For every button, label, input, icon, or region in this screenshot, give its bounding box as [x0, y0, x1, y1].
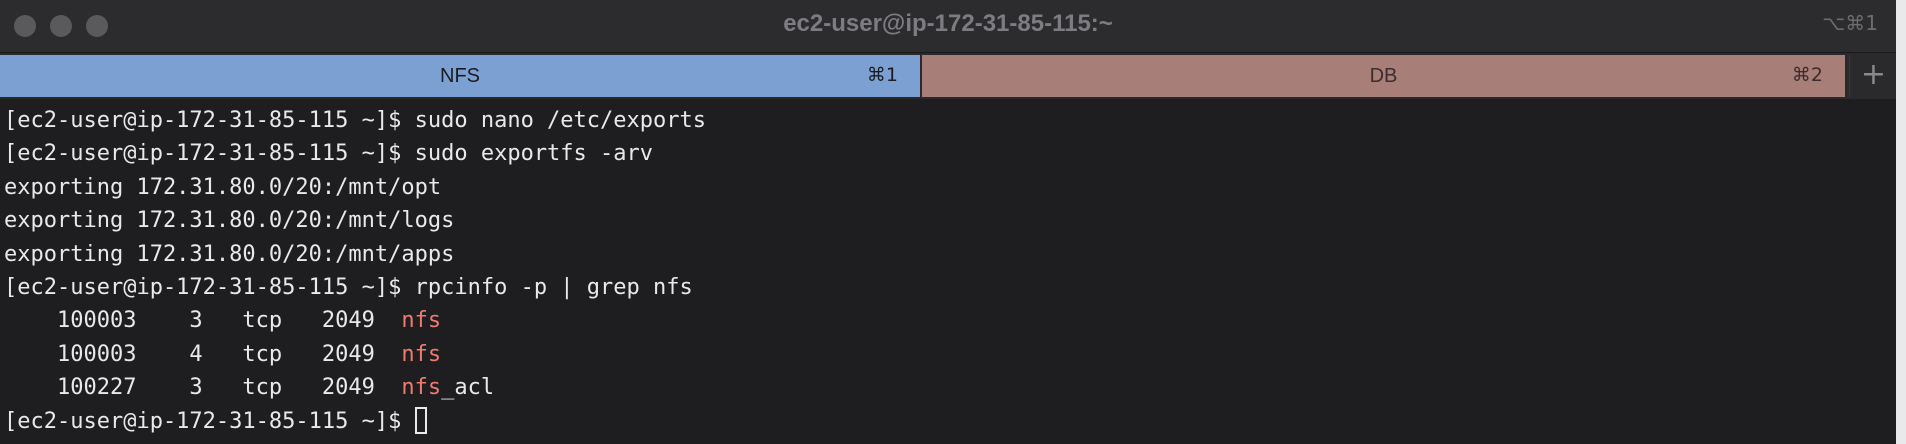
tab-db-label: DB	[1369, 65, 1398, 87]
command-text: sudo nano /etc/exports	[414, 108, 707, 133]
shell-prompt: [ec2-user@ip-172-31-85-115 ~]$	[4, 274, 415, 300]
terminal-line: exporting 172.31.80.0/20:/mnt/opt	[4, 171, 1884, 204]
output-text: exporting 172.31.80.0/20:/mnt/apps	[4, 241, 455, 267]
terminal-line: exporting 172.31.80.0/20:/mnt/apps	[4, 238, 1884, 271]
output-text: 100227 3 tcp 2049	[4, 375, 402, 401]
output-text: _acl	[441, 375, 495, 401]
terminal-output[interactable]: [ec2-user@ip-172-31-85-115 ~]$ sudo nano…	[4, 104, 1884, 440]
text-cursor	[414, 406, 427, 434]
output-text: 100003 4 tcp 2049	[4, 341, 402, 367]
tab-nfs-label: NFS	[440, 65, 480, 87]
window-shortcut: ⌥⌘1	[1822, 11, 1878, 35]
command-text: rpcinfo -p | grep nfs	[414, 274, 693, 300]
grep-match: nfs	[401, 375, 442, 401]
command-text: sudo exportfs -arv	[414, 141, 654, 167]
terminal-line: [ec2-user@ip-172-31-85-115 ~]$ sudo expo…	[4, 137, 1884, 170]
terminal-window: ec2-user@ip-172-31-85-115:~ ⌥⌘1 NFS ⌘1 D…	[0, 0, 1896, 444]
tab-bar: NFS ⌘1 DB ⌘2 +	[0, 53, 1896, 99]
terminal-line: 100227 3 tcp 2049 nfs_acl	[4, 371, 1884, 404]
tab-db[interactable]: DB ⌘2	[922, 55, 1845, 97]
terminal-line: 100003 3 tcp 2049 nfs	[4, 304, 1884, 337]
terminal-line: 100003 4 tcp 2049 nfs	[4, 338, 1884, 371]
shell-prompt: [ec2-user@ip-172-31-85-115 ~]$	[4, 108, 415, 133]
output-text: 100003 3 tcp 2049	[4, 308, 402, 334]
output-text: exporting 172.31.80.0/20:/mnt/opt	[4, 174, 442, 200]
plus-icon[interactable]: +	[1849, 55, 1896, 97]
title-bar[interactable]: ec2-user@ip-172-31-85-115:~ ⌥⌘1	[0, 0, 1896, 53]
output-text: exporting 172.31.80.0/20:/mnt/logs	[4, 208, 455, 234]
terminal-line: [ec2-user@ip-172-31-85-115 ~]$ sudo nano…	[4, 104, 1884, 137]
terminal-line: [ec2-user@ip-172-31-85-115 ~]$ rpcinfo -…	[4, 271, 1884, 304]
shell-prompt: [ec2-user@ip-172-31-85-115 ~]$	[4, 408, 415, 434]
shell-prompt: [ec2-user@ip-172-31-85-115 ~]$	[4, 141, 415, 167]
window-title: ec2-user@ip-172-31-85-115:~	[783, 10, 1113, 37]
terminal-line: [ec2-user@ip-172-31-85-115 ~]$	[4, 405, 1884, 438]
grep-match: nfs	[401, 341, 442, 367]
tab-db-shortcut: ⌘2	[1791, 64, 1823, 86]
window-edge	[1896, 0, 1906, 444]
tab-nfs-shortcut: ⌘1	[866, 64, 898, 86]
tab-nfs[interactable]: NFS ⌘1	[0, 55, 920, 97]
terminal-line: exporting 172.31.80.0/20:/mnt/logs	[4, 204, 1884, 237]
grep-match: nfs	[401, 308, 442, 334]
